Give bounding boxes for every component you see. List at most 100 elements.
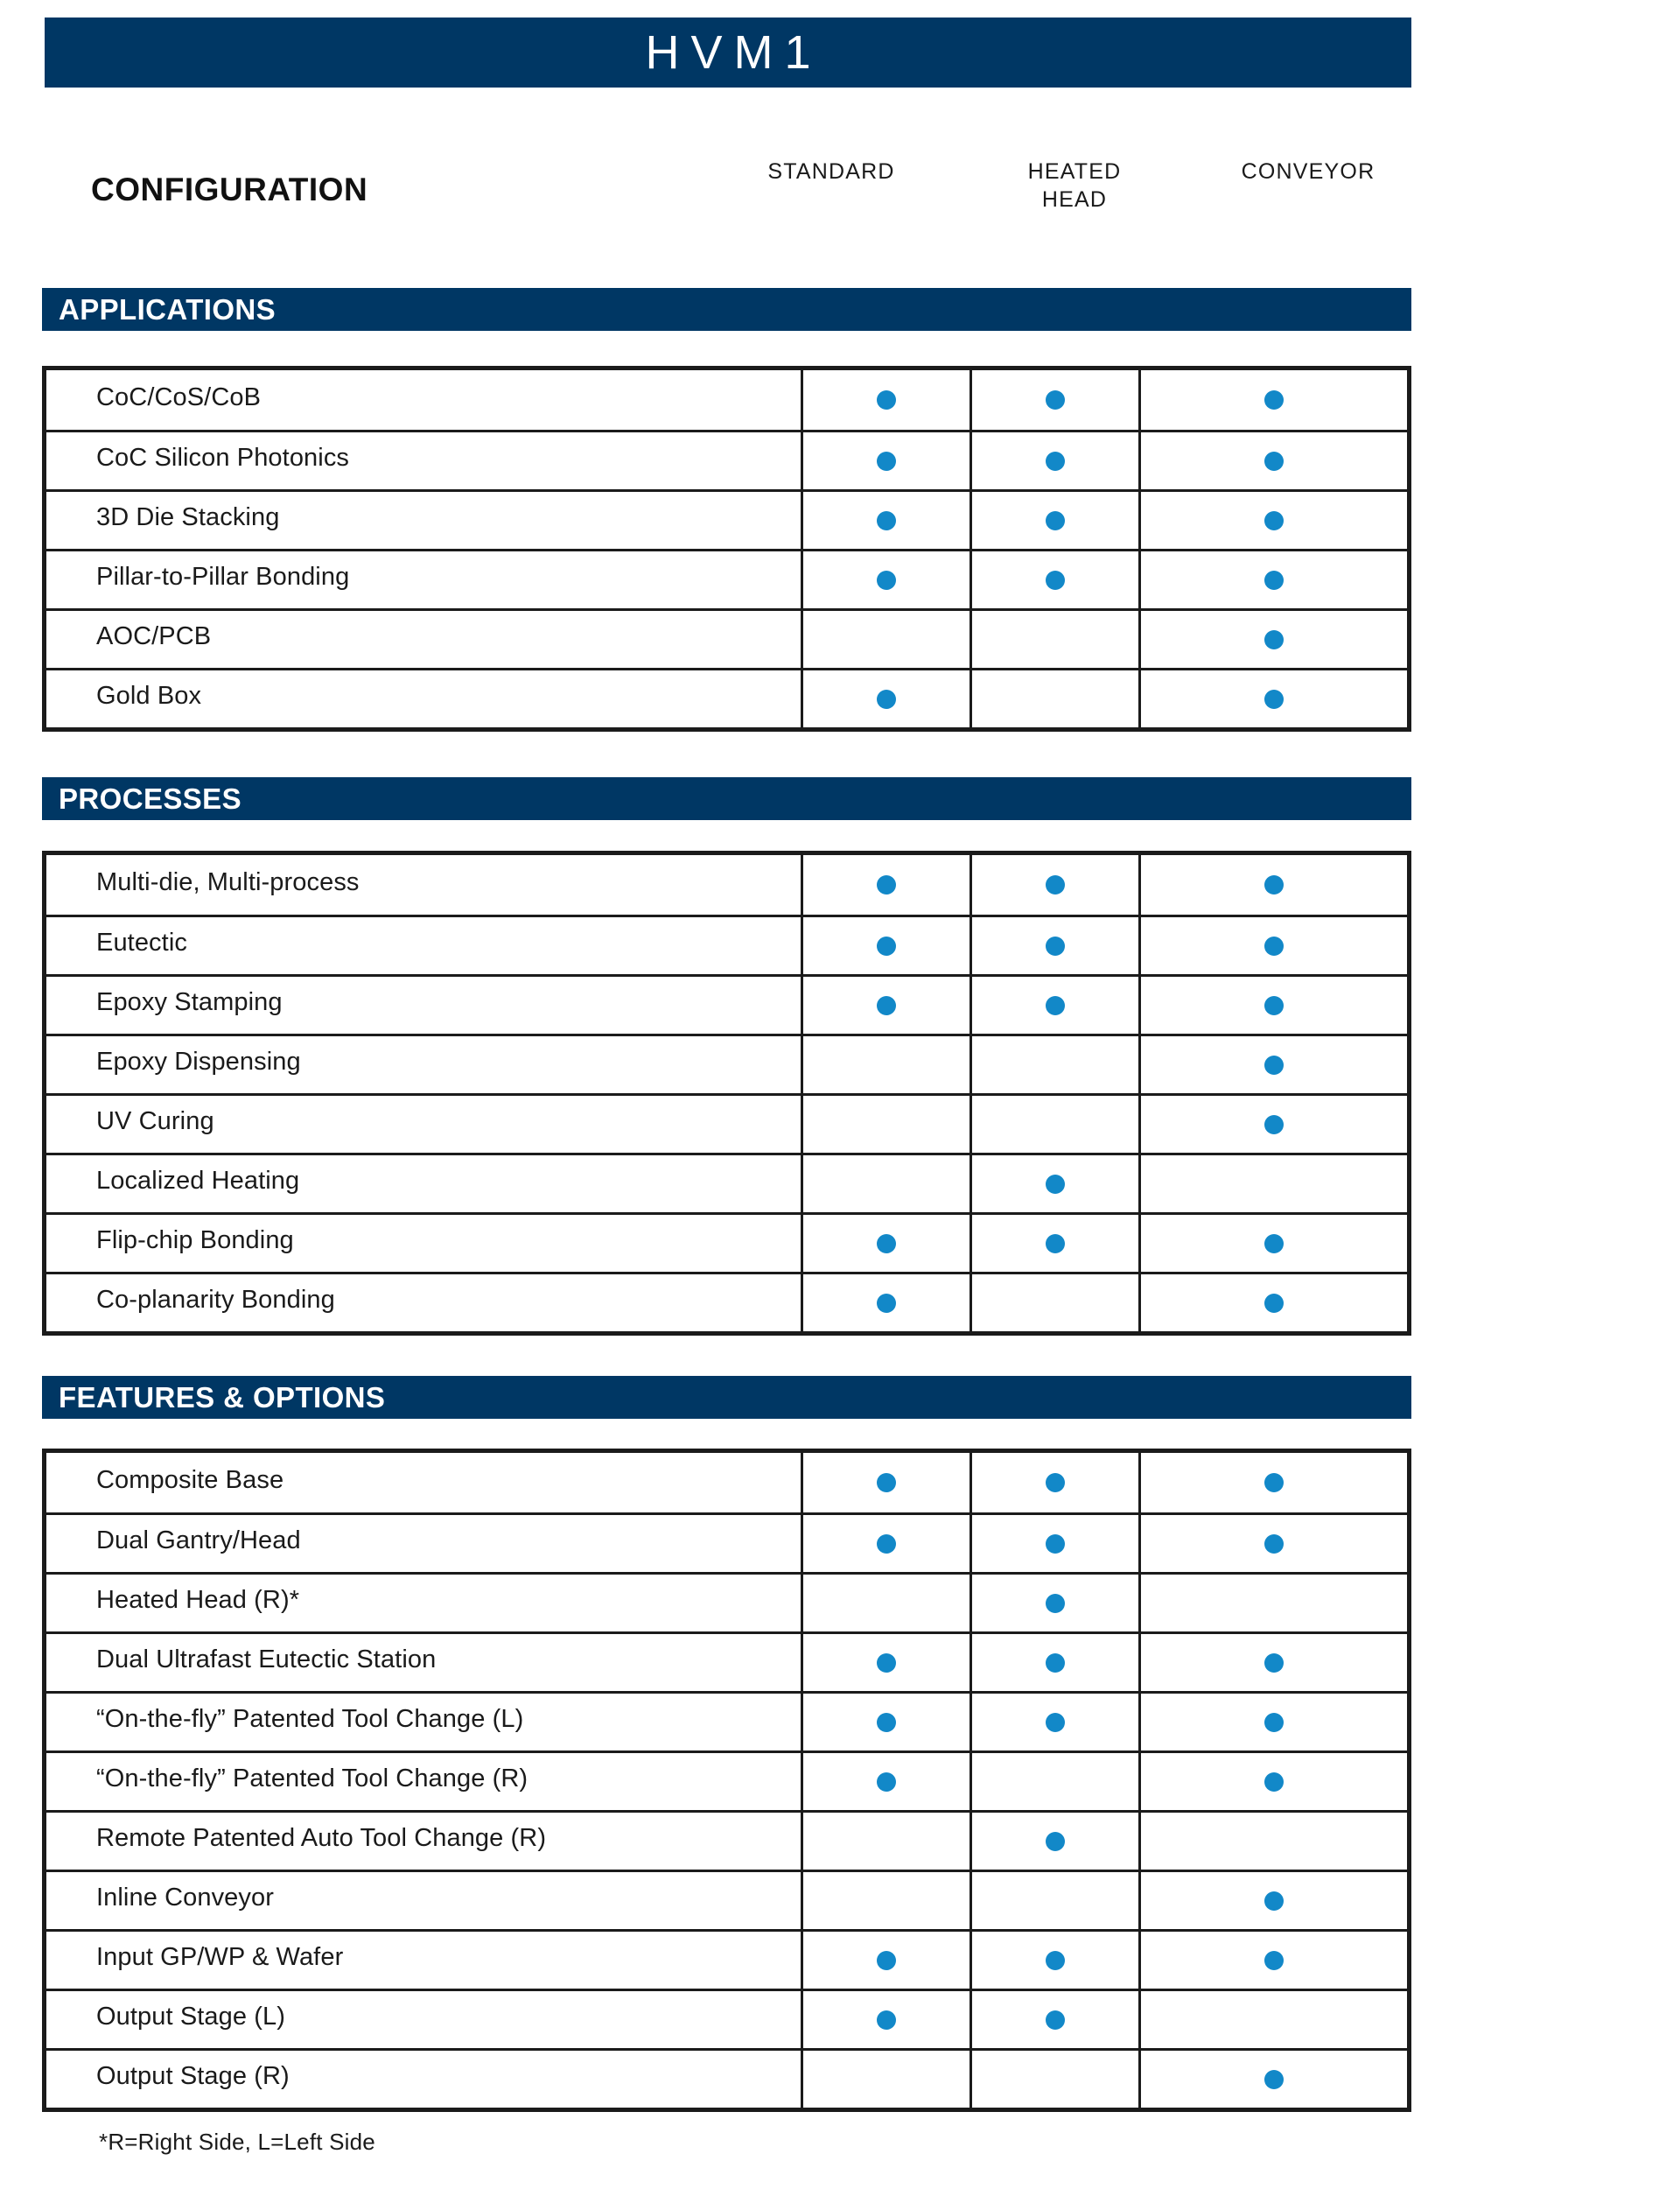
section-title-processes: PROCESSES — [59, 782, 242, 815]
table-row: Epoxy Stamping — [46, 974, 1407, 1034]
support-dot — [1264, 570, 1284, 590]
cell-conveyor — [1138, 917, 1407, 974]
table-row: “On-the-fly” Patented Tool Change (R) — [46, 1750, 1407, 1810]
cell-standard — [801, 2051, 970, 2108]
support-dot — [1046, 1174, 1066, 1194]
row-label: Gold Box — [96, 682, 202, 710]
support-dot — [877, 390, 897, 410]
cell-standard — [801, 1694, 970, 1750]
cell-conveyor — [1138, 432, 1407, 489]
cell-heated-head — [970, 1155, 1138, 1212]
support-dot — [1264, 1891, 1284, 1911]
table-row: Inline Conveyor — [46, 1870, 1407, 1929]
row-label: “On-the-fly” Patented Tool Change (L) — [96, 1705, 524, 1733]
support-dot — [1264, 390, 1284, 410]
support-dot — [877, 1233, 897, 1253]
table-row: Dual Gantry/Head — [46, 1512, 1407, 1572]
support-dot — [877, 451, 897, 471]
cell-standard — [801, 370, 970, 430]
support-dot — [1046, 2010, 1066, 2030]
cell-conveyor — [1138, 977, 1407, 1034]
cell-standard — [801, 551, 970, 608]
cell-conveyor — [1138, 670, 1407, 727]
support-dot — [1046, 1533, 1066, 1554]
support-dot — [1264, 1772, 1284, 1792]
cell-standard — [801, 1453, 970, 1512]
cell-standard — [801, 1036, 970, 1093]
support-dot — [1046, 1652, 1066, 1673]
cell-conveyor — [1138, 1694, 1407, 1750]
cell-conveyor — [1138, 1575, 1407, 1631]
page-title: HVM1 — [645, 26, 822, 79]
support-dot — [1046, 1233, 1066, 1253]
support-dot — [1264, 1293, 1284, 1313]
support-dot — [877, 1293, 897, 1313]
support-dot — [1046, 570, 1066, 590]
row-label: Composite Base — [96, 1465, 284, 1494]
row-label: Flip-chip Bonding — [96, 1226, 294, 1254]
support-dot — [1046, 1712, 1066, 1732]
support-dot — [877, 1473, 897, 1492]
cell-conveyor — [1138, 1215, 1407, 1272]
cell-standard — [801, 1575, 970, 1631]
cell-heated-head — [970, 1634, 1138, 1691]
table-row: Flip-chip Bonding — [46, 1212, 1407, 1272]
support-dot — [877, 510, 897, 530]
table-row: UV Curing — [46, 1093, 1407, 1153]
cell-standard — [801, 611, 970, 668]
table-row: Remote Patented Auto Tool Change (R) — [46, 1810, 1407, 1870]
cell-heated-head — [970, 1036, 1138, 1093]
support-dot — [1264, 1233, 1284, 1253]
table-row: Gold Box — [46, 668, 1407, 727]
cell-standard — [801, 1813, 970, 1870]
support-dot — [1046, 390, 1066, 410]
configuration-label: CONFIGURATION — [91, 172, 368, 207]
cell-standard — [801, 432, 970, 489]
support-dot — [877, 2010, 897, 2030]
cell-heated-head — [970, 551, 1138, 608]
support-dot — [1046, 875, 1066, 895]
cell-standard — [801, 1753, 970, 1810]
configuration-header-row: CONFIGURATION STANDARD HEATED HEAD CONVE… — [0, 158, 1680, 245]
cell-heated-head — [970, 370, 1138, 430]
table-row: Output Stage (R) — [46, 2048, 1407, 2108]
row-label: CoC Silicon Photonics — [96, 444, 350, 472]
support-dot — [1264, 510, 1284, 530]
row-label: 3D Die Stacking — [96, 503, 280, 531]
table-row: CoC/CoS/CoB — [46, 370, 1407, 430]
support-dot — [877, 1950, 897, 1970]
row-label: Output Stage (R) — [96, 2062, 290, 2090]
row-label: Co-planarity Bonding — [96, 1286, 335, 1314]
row-label: Dual Ultrafast Eutectic Station — [96, 1645, 437, 1673]
row-label: AOC/PCB — [96, 622, 212, 650]
row-label: UV Curing — [96, 1107, 214, 1135]
cell-standard — [801, 1872, 970, 1929]
support-dot — [1264, 451, 1284, 471]
cell-standard — [801, 1215, 970, 1272]
support-dot — [1046, 1593, 1066, 1613]
support-dot — [1264, 1473, 1284, 1492]
support-dot — [1264, 1114, 1284, 1134]
support-dot — [877, 936, 897, 956]
row-label: CoC/CoS/CoB — [96, 382, 262, 411]
section-banner-applications: APPLICATIONS — [42, 288, 1411, 331]
table-row: Composite Base — [46, 1453, 1407, 1512]
cell-heated-head — [970, 1813, 1138, 1870]
support-dot — [1264, 1712, 1284, 1732]
section-title-features-options: FEATURES & OPTIONS — [59, 1381, 386, 1414]
cell-heated-head — [970, 1753, 1138, 1810]
support-dot — [1046, 1831, 1066, 1851]
row-label: Localized Heating — [96, 1167, 300, 1195]
cell-heated-head — [970, 1096, 1138, 1153]
support-dot — [877, 1652, 897, 1673]
table-row: Eutectic — [46, 915, 1407, 974]
row-label: “On-the-fly” Patented Tool Change (R) — [96, 1765, 528, 1793]
table-features-options: Composite Base Dual Gantry/Head Heated H… — [42, 1449, 1411, 2112]
support-dot — [1264, 689, 1284, 709]
cell-conveyor — [1138, 492, 1407, 549]
support-dot — [1264, 936, 1284, 956]
cell-heated-head — [970, 492, 1138, 549]
cell-conveyor — [1138, 1991, 1407, 2048]
support-dot — [1264, 1533, 1284, 1554]
cell-standard — [801, 492, 970, 549]
